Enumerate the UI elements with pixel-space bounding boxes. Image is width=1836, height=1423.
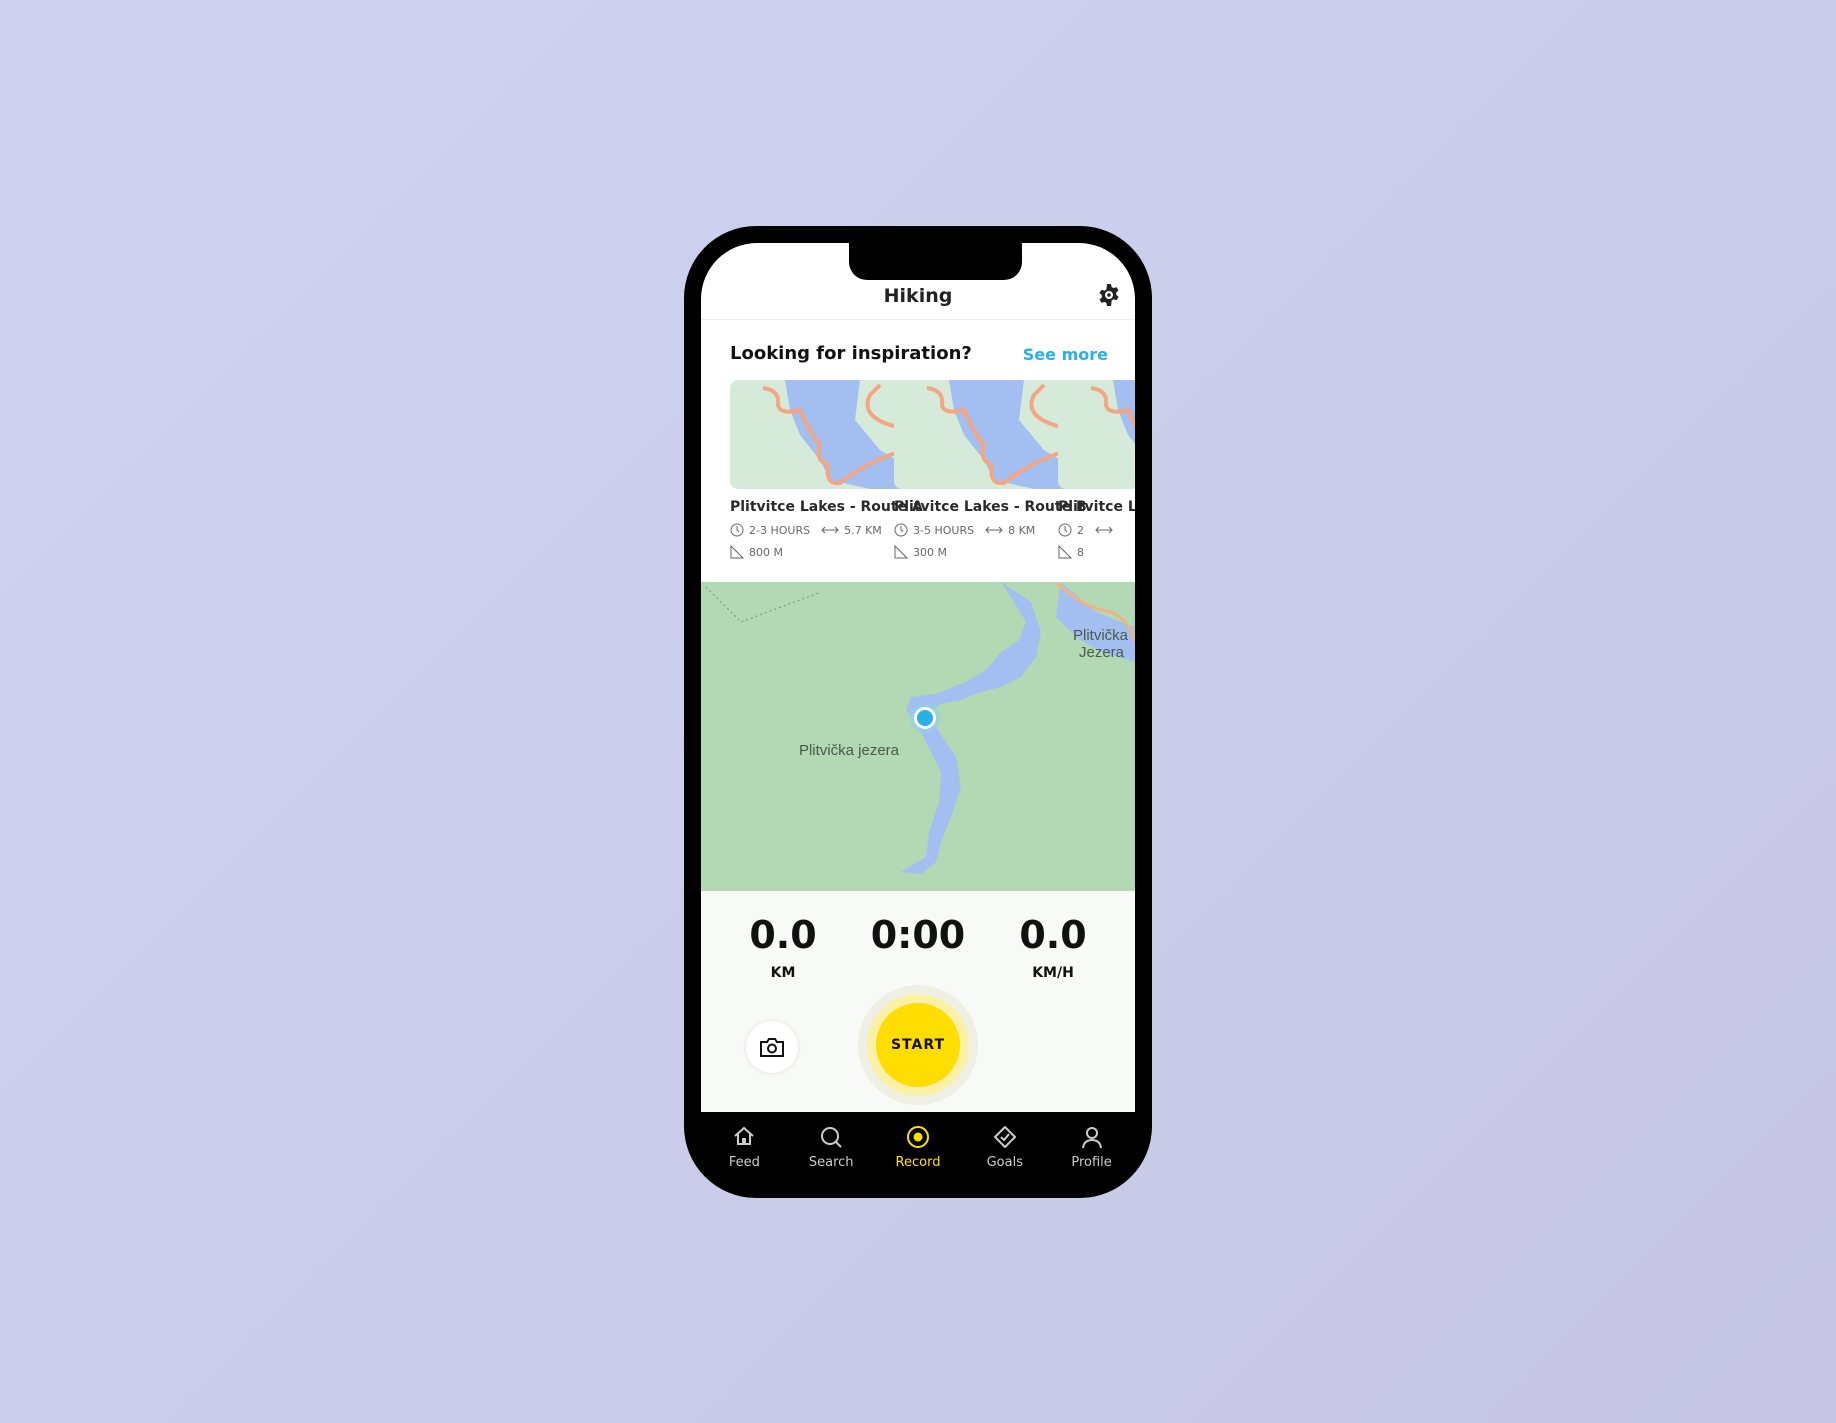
distance-arrows-icon (985, 526, 1003, 534)
profile-icon (1081, 1127, 1102, 1149)
nav-label: Search (808, 1155, 854, 1170)
route-map-thumbnail (730, 380, 913, 489)
phone-frame: Hiking Looking for inspiration? See more… (684, 226, 1152, 1198)
clock-icon (1058, 523, 1072, 537)
section-heading: Looking for inspiration? (730, 343, 972, 364)
distance-stat: 0.0 KM (713, 913, 853, 981)
route-elevation: 800 M (749, 545, 783, 559)
camera-icon (760, 1038, 784, 1057)
route-map-thumbnail (894, 380, 1077, 489)
nav-profile[interactable]: Profile (1048, 1112, 1135, 1198)
nav-record[interactable]: Record (875, 1112, 962, 1198)
bottom-nav: Feed Search Record Goals Profile (684, 1112, 1152, 1198)
speed-unit: KM/H (1032, 965, 1074, 981)
route-card[interactable]: Plitvitce Lakes - Route B 3-5 HOURS 8 KM … (894, 380, 1087, 559)
start-button[interactable]: START (876, 1003, 960, 1087)
home-icon (734, 1126, 755, 1145)
distance-arrows-icon (1095, 526, 1113, 534)
nav-feed[interactable]: Feed (701, 1112, 788, 1198)
distance-value: 0.0 (749, 913, 817, 957)
nav-label: Record (895, 1155, 941, 1170)
route-name: Plitvitce Lakes - Route A (730, 499, 923, 515)
clock-icon (730, 523, 744, 537)
distance-arrows-icon (821, 526, 839, 534)
map-label: Plitvička (1073, 627, 1129, 644)
nav-label: Feed (728, 1155, 760, 1170)
camera-button[interactable] (746, 1021, 798, 1073)
distance-unit: KM (770, 965, 796, 981)
clock-icon (894, 523, 908, 537)
route-card[interactable]: Plitvitce Lakes - Route A 2-3 HOURS 5.7 K… (730, 380, 923, 559)
route-name: Plitvitce Lakes - Route B (894, 499, 1087, 515)
record-icon (906, 1126, 929, 1148)
route-duration: 2-3 HOURS (749, 523, 811, 537)
route-distance: 5.7 KM (844, 523, 882, 537)
route-map-thumbnail (1058, 380, 1135, 489)
route-elevation: 8 (1077, 545, 1084, 559)
elevation-icon (730, 545, 744, 559)
map-label: Plitvička jezera (799, 742, 900, 759)
route-card[interactable]: Plitvitce Lakes 2 8 (1058, 380, 1135, 559)
route-duration: 3-5 HOURS (913, 523, 975, 537)
nav-search[interactable]: Search (788, 1112, 875, 1198)
map-graphic: Plitvička jezera Plitvička Jezera (705, 580, 1135, 874)
elevation-icon (1058, 545, 1072, 559)
page-title: Hiking (883, 285, 953, 307)
route-elevation: 300 M (913, 545, 947, 559)
notch (849, 243, 1022, 280)
map-label: Jezera (1079, 644, 1125, 661)
see-more-link[interactable]: See more (1023, 345, 1108, 364)
nav-goals[interactable]: Goals (961, 1112, 1048, 1198)
search-icon (821, 1127, 842, 1148)
speed-stat: 0.0 KM/H (983, 913, 1123, 981)
time-value: 0:00 (870, 913, 966, 957)
screen: Hiking Looking for inspiration? See more… (701, 243, 1135, 1112)
speed-value: 0.0 (1019, 913, 1087, 957)
nav-label: Goals (986, 1155, 1023, 1170)
gear-icon[interactable] (1097, 283, 1121, 307)
time-stat: 0:00 (848, 913, 988, 957)
route-name: Plitvitce Lakes (1058, 499, 1135, 515)
stats-panel: 0.0 KM 0:00 0.0 KM/H START (701, 891, 1135, 1112)
route-duration: 2 (1077, 523, 1084, 537)
elevation-icon (894, 545, 908, 559)
map[interactable]: Plitvička jezera Plitvička Jezera (701, 580, 1135, 891)
goals-icon (993, 1126, 1016, 1148)
nav-label: Profile (1071, 1155, 1112, 1170)
route-distance: 8 KM (1008, 523, 1036, 537)
